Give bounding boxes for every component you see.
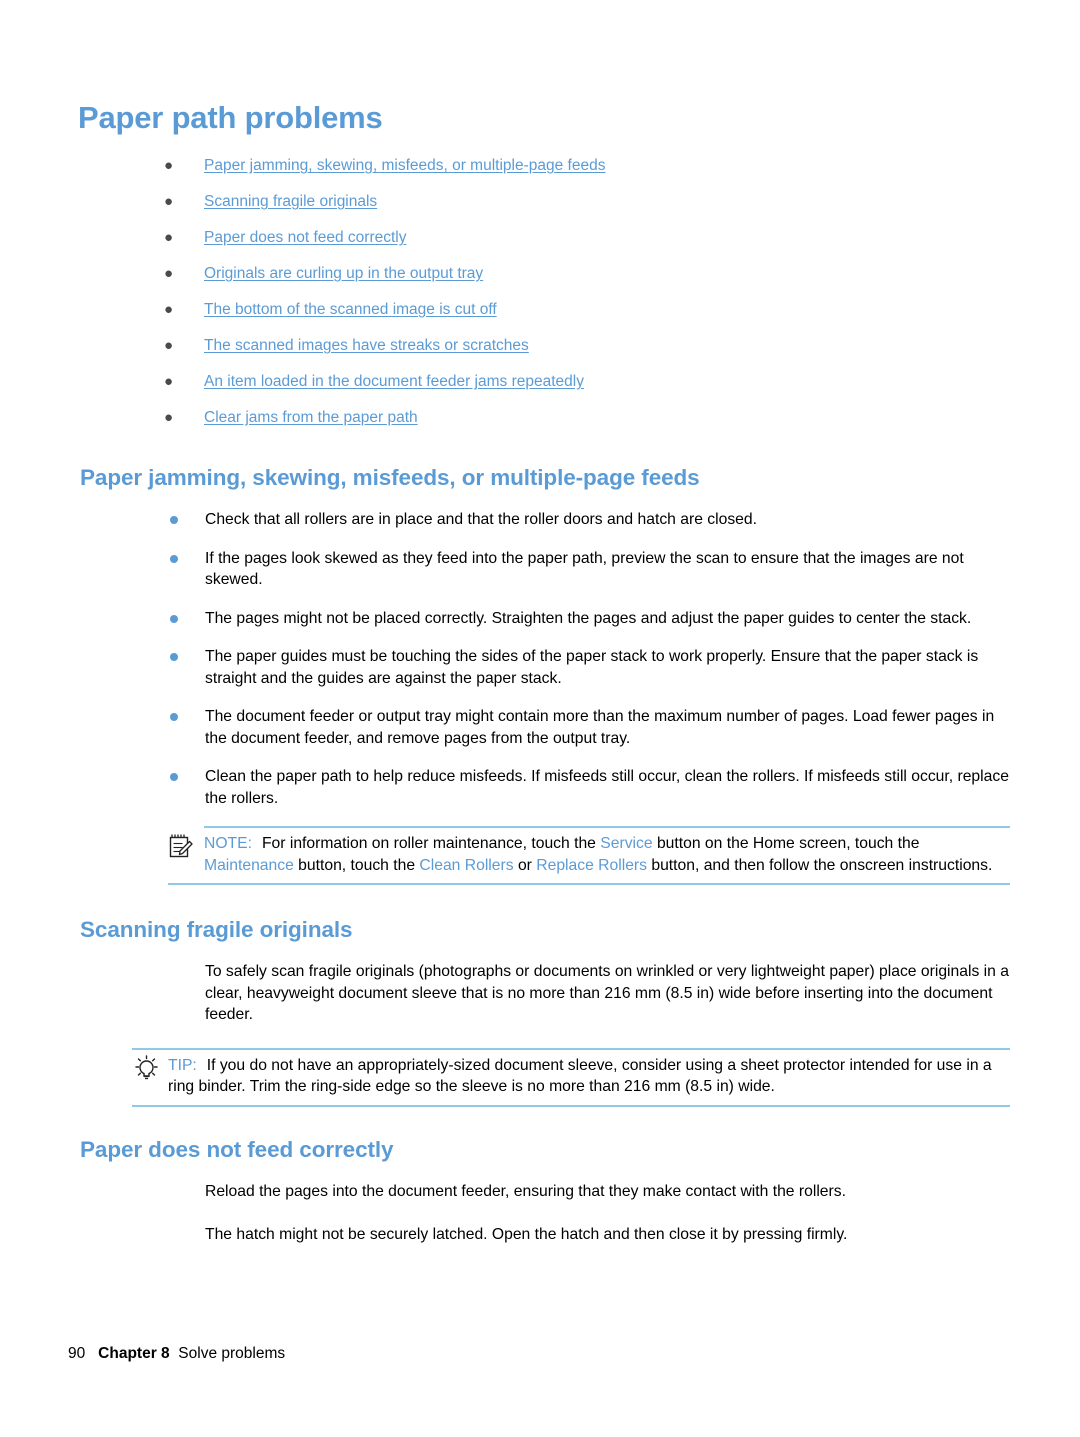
paragraph-feed-1: Reload the pages into the document feede… [205,1182,846,1200]
tip-body: TIP: If you do not have an appropriately-… [132,1050,1010,1105]
list-item: ● An item loaded in the document feeder … [160,371,990,393]
bullet-icon: ● [164,337,174,354]
toc-link-clear-jams[interactable]: Clear jams from the paper path [204,407,418,429]
page-title: Paper path problems [78,100,383,135]
note-label: NOTE: [204,835,252,852]
note-keyword-replace-rollers: Replace Rollers [536,856,647,874]
note-keyword-clean-rollers: Clean Rollers [419,856,514,874]
document-page: Paper path problems ● Paper jamming, ske… [0,0,1080,1437]
list-item: ● Paper jamming, skewing, misfeeds, or m… [160,155,990,177]
list-item: ● Clear jams from the paper path [160,407,990,429]
section-header-scanning-fragile: Scanning fragile originals [0,917,1080,943]
bullet-icon: ● [164,409,174,426]
toc-link-paper-does-not-feed-correctly[interactable]: Paper does not feed correctly [204,227,406,249]
list-item-text: Clean the paper path to help reduce misf… [205,768,1009,807]
bullet-icon: ● [164,229,174,246]
toc-link-bottom-cut-off[interactable]: The bottom of the scanned image is cut o… [204,299,497,321]
note-text-5: button, and then follow the onscreen ins… [647,856,993,874]
list-item: Check that all rollers are in place and … [0,509,1080,531]
paragraph-feed-2: The hatch might not be securely latched.… [205,1226,848,1243]
page-footer: 90 Chapter 8 Solve problems [68,1345,285,1363]
section-header-paper-feed: Paper does not feed correctly [0,1137,1080,1163]
bullet-icon: ● [164,265,174,282]
bullet-icon [170,614,178,623]
list-item: Clean the paper path to help reduce misf… [0,766,1080,809]
section-header-paper-jamming: Paper jamming, skewing, misfeeds, or mul… [0,465,1080,491]
list-item-text: The pages might not be placed correctly.… [205,609,972,627]
bullet-icon [170,516,178,524]
list-item: The pages might not be placed correctly.… [0,608,1080,630]
divider [132,1104,1010,1107]
list-item: The paper guides must be touching the si… [0,646,1080,689]
list-item-text: The paper guides must be touching the si… [205,648,979,687]
bullet-list-paper-jamming: Check that all rollers are in place and … [0,509,1080,809]
list-item-text: Check that all rollers are in place and … [205,511,757,528]
toc-link-originals-curling-up[interactable]: Originals are curling up in the output t… [204,263,483,285]
bullet-icon: ● [164,301,174,318]
list-item: ● Scanning fragile originals [160,191,990,213]
list-item: ● The bottom of the scanned image is cut… [160,299,990,321]
bullet-icon [170,554,178,563]
note-text-1: For information on roller maintenance, t… [261,835,601,852]
bullet-icon: ● [164,373,174,390]
note-admonition: NOTE: For information on roller maintenan… [168,826,1010,885]
note-keyword-maintenance: Maintenance [204,856,294,874]
section-title: Paper jamming, skewing, misfeeds, or mul… [80,465,700,490]
bullet-icon: ● [164,193,174,210]
list-item-text: The document feeder or output tray might… [205,708,995,747]
toc-link-scanning-fragile-originals[interactable]: Scanning fragile originals [204,191,377,213]
footer-page-number: 90 [68,1345,86,1362]
note-keyword-service: Service [600,835,653,852]
list-item: ● The scanned images have streaks or scr… [160,335,990,357]
toc-link-paper-jamming[interactable]: Paper jamming, skewing, misfeeds, or mul… [204,155,605,177]
table-of-contents: ● Paper jamming, skewing, misfeeds, or m… [160,155,990,443]
bullet-icon [170,713,178,721]
list-item: ● Paper does not feed correctly [160,227,990,249]
footer-chapter: Chapter 8 [98,1345,170,1362]
tip-admonition: TIP: If you do not have an appropriately-… [132,1047,1010,1107]
bullet-icon [170,773,178,781]
note-text-3: button, touch the [293,856,420,874]
bullet-icon [170,653,178,661]
note-icon [168,833,198,861]
lightbulb-icon [132,1054,162,1083]
bullet-icon: ● [164,157,174,174]
divider [168,883,1010,885]
tip-label: TIP: [168,1056,197,1074]
footer-chapter-title: Solve problems [178,1345,286,1362]
page-content: Paper jamming, skewing, misfeeds, or mul… [0,465,1080,1262]
section-title: Paper does not feed correctly [80,1136,394,1162]
tip-text: If you do not have an appropriately-size… [168,1056,992,1096]
note-text-4: or [513,856,537,874]
toc-link-streaks-or-scratches[interactable]: The scanned images have streaks or scrat… [204,335,529,357]
list-item: ● Originals are curling up in the output… [160,263,990,285]
list-item: The document feeder or output tray might… [0,706,1080,749]
list-item-text: If the pages look skewed as they feed in… [205,549,964,589]
note-text-2: button on the Home screen, touch the [652,835,920,852]
list-item: If the pages look skewed as they feed in… [0,548,1080,591]
section-title: Scanning fragile originals [80,917,353,942]
note-body: NOTE: For information on roller maintenan… [168,828,1010,883]
toc-link-item-jams-repeatedly[interactable]: An item loaded in the document feeder ja… [204,371,584,393]
paragraph-fragile: To safely scan fragile originals (photog… [205,963,1009,1023]
